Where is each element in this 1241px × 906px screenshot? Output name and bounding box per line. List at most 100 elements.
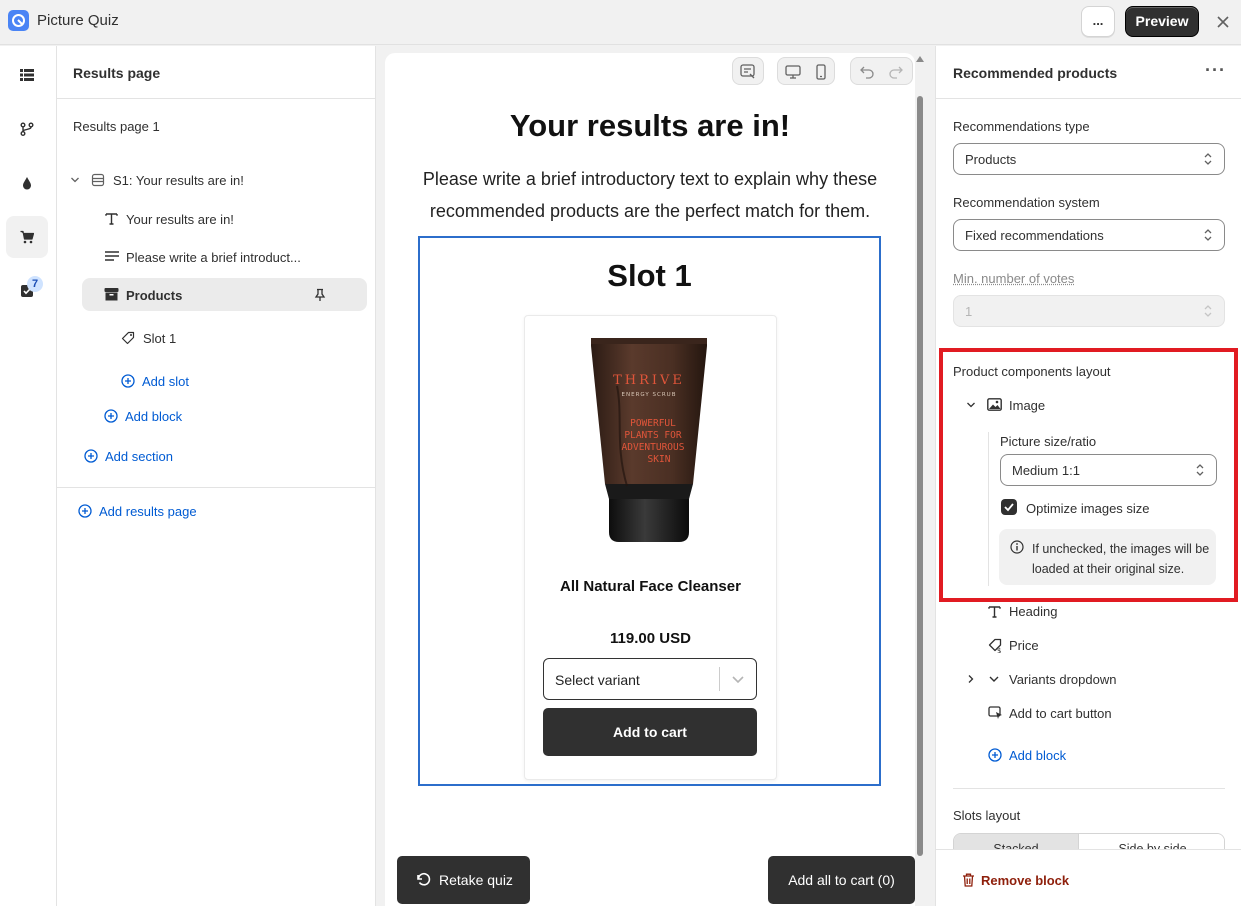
product-image[interactable]: THRIVE ENERGY SCRUB POWERFUL PLANTS FOR … (589, 336, 709, 546)
rail-questions[interactable] (6, 54, 48, 96)
retake-quiz-label: Retake quiz (439, 872, 513, 888)
device-toggle (777, 57, 835, 85)
scroll-up-icon[interactable] (916, 56, 924, 62)
svg-text:$: $ (997, 647, 1001, 653)
picture-size-select[interactable]: Medium 1:1 (1000, 454, 1217, 486)
image-line1-text: ENERGY SCRUB (622, 392, 677, 398)
drop-icon (23, 177, 31, 190)
layout-label: Product components layout (953, 364, 1111, 379)
plus-circle-icon (84, 449, 98, 463)
history-toggle (850, 57, 913, 85)
add-to-cart-component[interactable]: Add to cart button (1009, 706, 1112, 721)
rec-type-value: Products (965, 152, 1017, 167)
results-title: Your results are in! (509, 108, 791, 143)
info-banner: If unchecked, the images will be loaded … (999, 529, 1216, 585)
more-actions-button[interactable]: ... (1081, 6, 1115, 37)
add-block-label: Add block (1009, 748, 1067, 763)
retake-quiz-button[interactable]: Retake quiz (397, 856, 530, 904)
pin-icon[interactable] (313, 288, 327, 302)
plus-circle-icon (121, 374, 135, 388)
rail-design[interactable] (6, 162, 48, 204)
optimize-images-label[interactable]: Optimize images size (1026, 501, 1150, 516)
add-to-cart-button[interactable]: Add to cart (543, 708, 757, 756)
block-text-item[interactable]: Please write a brief introduct... (126, 250, 301, 265)
image-brand-text: THRIVE (613, 373, 685, 388)
variant-select[interactable]: Select variant (543, 658, 757, 700)
desktop-icon[interactable] (783, 62, 803, 82)
chevron-down-icon (732, 676, 744, 684)
add-section-label: Add section (105, 449, 173, 464)
preview-area: Your results are in! Please write a brie… (377, 46, 935, 906)
scroll-thumb[interactable] (917, 96, 923, 856)
redo-icon[interactable] (886, 62, 906, 82)
rec-system-select[interactable]: Fixed recommendations (953, 219, 1225, 251)
optimize-images-checkbox[interactable] (1001, 499, 1017, 515)
preview-button[interactable]: Preview (1125, 6, 1199, 37)
mobile-icon[interactable] (811, 62, 831, 82)
branch-icon (20, 122, 34, 136)
min-votes-value: 1 (965, 304, 973, 319)
rec-type-select[interactable]: Products (953, 143, 1225, 175)
settings-panel: Recommended products ··· Recommendations… (935, 46, 1241, 906)
image-line4-text: ADVENTUROUS (622, 442, 685, 453)
heading-component[interactable]: Heading (1009, 604, 1057, 619)
cart-cursor-icon (988, 706, 1002, 719)
section-item[interactable]: S1: Your results are in! (113, 173, 244, 188)
remove-block-label: Remove block (981, 873, 1070, 888)
panel-title: Recommended products (953, 65, 1118, 81)
image-line2-text: POWERFUL (630, 418, 676, 429)
image-component[interactable]: Image (1009, 398, 1045, 413)
close-icon[interactable] (1213, 12, 1233, 32)
slot-container[interactable]: Slot 1 THRIVE ENERGY SCRUB POWERFUL PLAN… (418, 236, 881, 786)
results-intro: Please write a brief introductory text t… (422, 169, 878, 221)
top-bar: Picture Quiz ... Preview (0, 0, 1241, 45)
app-logo-icon (8, 10, 29, 31)
undo-icon[interactable] (857, 62, 877, 82)
price-tag-icon: $ (988, 638, 1001, 653)
more-icon[interactable]: ··· (1205, 60, 1226, 81)
info-text: If unchecked, the images will be loaded … (1032, 542, 1210, 576)
block-products-item[interactable]: Products (126, 288, 182, 303)
canvas-scrollbar[interactable] (915, 56, 925, 856)
slot-item[interactable]: Slot 1 (143, 331, 176, 346)
picture-size-label: Picture size/ratio (1000, 434, 1097, 449)
cart-icon (20, 230, 34, 244)
product-card: THRIVE ENERGY SCRUB POWERFUL PLANTS FOR … (524, 315, 777, 780)
grid-icon (20, 69, 34, 81)
app-title: Picture Quiz (37, 12, 119, 29)
stepper-chevron-icon (1204, 305, 1212, 317)
plus-circle-icon (78, 504, 92, 518)
tag-icon (121, 331, 135, 345)
chevron-down-icon (989, 676, 999, 682)
image-line5-text: SKIN (648, 454, 671, 465)
divider (719, 667, 720, 691)
rail-logic[interactable] (6, 108, 48, 150)
chevron-down-icon[interactable] (966, 400, 976, 410)
refresh-icon (417, 872, 431, 886)
divider (57, 98, 376, 99)
block-heading-item[interactable]: Your results are in! (126, 212, 234, 227)
image-line3-text: PLANTS FOR (624, 430, 681, 441)
variants-component[interactable]: Variants dropdown (1009, 672, 1116, 687)
rail-products[interactable] (6, 216, 48, 258)
inspect-icon (740, 64, 755, 79)
chevron-right-icon[interactable] (966, 674, 976, 684)
price-component[interactable]: Price (1009, 638, 1039, 653)
product-box-icon (104, 288, 119, 301)
inspector-toggle[interactable] (732, 57, 764, 85)
rec-type-label: Recommendations type (953, 119, 1090, 134)
slots-layout-label: Slots layout (953, 808, 1021, 823)
add-results-page-label: Add results page (99, 504, 197, 519)
product-name: All Natural Face Cleanser (560, 578, 741, 595)
chevron-down-icon[interactable] (70, 175, 80, 185)
select-chevron-icon (1196, 464, 1204, 476)
results-page-item[interactable]: Results page 1 (73, 119, 160, 134)
text-heading-icon (105, 213, 118, 225)
add-all-to-cart-button[interactable]: Add all to cart (0) (768, 856, 915, 904)
min-votes-input[interactable]: 1 (953, 295, 1225, 327)
tree-guide-line (988, 432, 989, 586)
divider (936, 98, 1241, 99)
picture-size-value: Medium 1:1 (1012, 463, 1080, 478)
preview-canvas: Your results are in! Please write a brie… (385, 53, 915, 906)
rail-results[interactable] (6, 270, 48, 312)
